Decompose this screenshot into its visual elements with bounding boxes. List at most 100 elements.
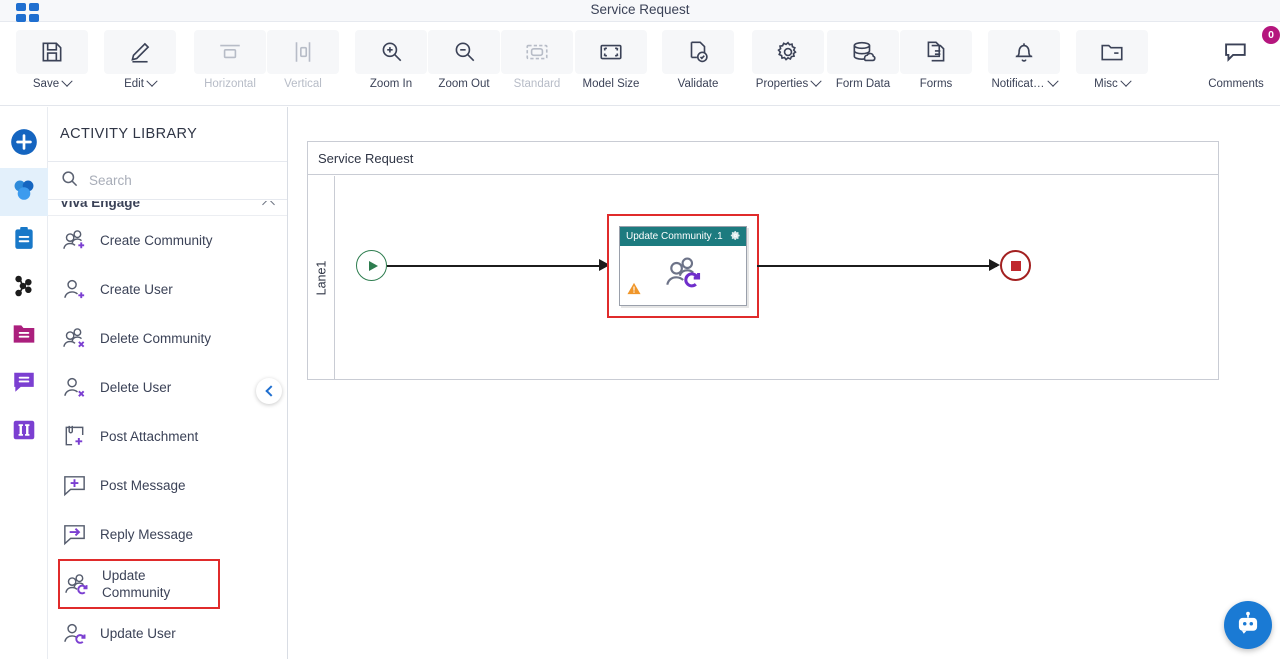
- activity-item-label: Delete Community: [100, 331, 212, 346]
- activity-item-label: Create User: [100, 282, 173, 297]
- task-header: Update Community .1: [620, 227, 746, 246]
- chevron-up-icon: [262, 201, 275, 211]
- page-title: Service Request: [590, 2, 690, 17]
- columns-icon: [11, 417, 37, 448]
- folder-icon: [11, 321, 37, 352]
- chevron-left-icon: [264, 385, 277, 397]
- lane-label-text: Lane1: [314, 260, 329, 295]
- activity-item-label: Post Message: [100, 478, 186, 493]
- rail-item-community[interactable]: [0, 168, 48, 216]
- panel-collapse-button[interactable]: [256, 378, 282, 404]
- create-community-icon: [60, 227, 88, 254]
- toolbar-edit-button[interactable]: Edit: [104, 30, 176, 98]
- activity-item-post-message[interactable]: Post Message: [48, 461, 287, 510]
- end-event-node[interactable]: [1000, 250, 1031, 281]
- database-icon: [850, 39, 876, 65]
- post-attachment-icon: [60, 423, 88, 450]
- toolbar-standard-label: Standard: [513, 78, 561, 90]
- robot-icon: [1234, 609, 1262, 642]
- toolbar-forms-button[interactable]: Forms: [900, 30, 972, 98]
- play-icon: [368, 260, 378, 271]
- create-user-icon: [60, 276, 88, 303]
- activity-item-label: Update Community: [102, 568, 171, 600]
- toolbar-model-size-label: Model Size: [582, 78, 640, 90]
- vertical-layout-icon: [290, 39, 316, 65]
- toolbar-edit-label: Edit: [124, 78, 144, 90]
- activity-item-post-attachment[interactable]: Post Attachment: [48, 412, 287, 461]
- delete-user-icon: [60, 374, 88, 401]
- toolbar-horizontal-button[interactable]: Horizontal: [192, 30, 268, 98]
- toolbar-forms-label: Forms: [919, 78, 953, 90]
- toolbar-save-label: Save: [32, 78, 60, 90]
- update-user-icon: [60, 620, 88, 647]
- search-row: [48, 162, 287, 200]
- activity-item-update-user[interactable]: Update User: [48, 609, 287, 658]
- toolbar-form-data-button[interactable]: Form Data: [826, 30, 900, 98]
- zoom-out-icon: [451, 39, 477, 65]
- toolbar-zoom-in-button[interactable]: Zoom In: [355, 30, 427, 98]
- rail-item-columns[interactable]: [0, 408, 48, 456]
- process-pool: Service Request Lane1 Update Community .…: [307, 141, 1219, 380]
- activity-category-label: Viva Engage: [60, 201, 141, 210]
- toolbar-misc-label: Misc: [1094, 78, 1118, 90]
- activity-category-header[interactable]: Viva Engage: [48, 201, 287, 216]
- activity-list[interactable]: Viva Engage Create Community Create User…: [48, 201, 287, 659]
- gear-icon: [775, 39, 801, 65]
- toolbar-misc-button[interactable]: Misc: [1076, 30, 1148, 98]
- toolbar-model-size-button[interactable]: Model Size: [574, 30, 648, 98]
- rail-item-add[interactable]: [0, 120, 48, 168]
- sequence-flow-1[interactable]: [387, 265, 602, 267]
- toolbar-validate-button[interactable]: Validate: [662, 30, 734, 98]
- chevron-down-icon: [810, 75, 822, 87]
- community-icon: [10, 176, 38, 209]
- comments-count-badge: 0: [1262, 26, 1280, 44]
- toolbar-zoom-out-button[interactable]: Zoom Out: [428, 30, 500, 98]
- toolbar-save-button[interactable]: Save: [16, 30, 88, 98]
- chevron-down-icon: [146, 75, 158, 87]
- network-icon: [11, 273, 37, 304]
- chevron-down-icon: [1046, 75, 1059, 87]
- assistant-bot-button[interactable]: [1224, 601, 1272, 649]
- rail-item-folder[interactable]: [0, 312, 48, 360]
- chevron-down-icon: [61, 75, 73, 87]
- activity-item-create-community[interactable]: Create Community: [48, 216, 287, 265]
- lane-label: Lane1: [308, 176, 335, 379]
- pool-header: Service Request: [308, 142, 1218, 175]
- message-icon: [11, 369, 37, 400]
- add-icon: [10, 128, 38, 161]
- gear-icon[interactable]: [730, 228, 741, 246]
- toolbar-comments-label: Comments: [1208, 78, 1264, 90]
- rail-item-message[interactable]: [0, 360, 48, 408]
- activity-item-delete-community[interactable]: Delete Community: [48, 314, 287, 363]
- activity-library-header: ACTIVITY LIBRARY: [48, 107, 287, 162]
- search-input[interactable]: [89, 173, 259, 188]
- update-community-icon: [62, 571, 90, 598]
- start-event-node[interactable]: [356, 250, 387, 281]
- rail-item-clipboard[interactable]: [0, 216, 48, 264]
- task-node-update-community[interactable]: Update Community .1: [619, 226, 747, 306]
- activity-item-label: Post Attachment: [100, 429, 199, 444]
- sequence-flow-2[interactable]: [757, 265, 997, 267]
- toolbar-vertical-button[interactable]: Vertical: [267, 30, 339, 98]
- toolbar-vertical-label: Vertical: [284, 78, 322, 90]
- folder-icon: [1099, 39, 1125, 65]
- rail-item-network[interactable]: [0, 264, 48, 312]
- toolbar-standard-button[interactable]: Standard: [501, 30, 573, 98]
- toolbar-notifications-button[interactable]: Notificat…: [982, 30, 1066, 98]
- toolbar-comments-button[interactable]: 0 Comments: [1198, 26, 1280, 98]
- task-title: Update Community .1: [626, 231, 723, 242]
- validate-icon: [685, 39, 711, 65]
- arrowhead-icon: [989, 259, 1000, 271]
- activity-item-reply-message[interactable]: Reply Message: [48, 510, 287, 559]
- diagram-canvas[interactable]: Service Request Lane1 Update Community .…: [289, 107, 1280, 659]
- toolbar-properties-label: Properties: [755, 78, 809, 90]
- activity-item-label: Create Community: [100, 233, 213, 248]
- toolbar-horizontal-label: Horizontal: [204, 78, 256, 90]
- activity-library-title: ACTIVITY LIBRARY: [60, 126, 198, 142]
- toolbar-properties-button[interactable]: Properties: [750, 30, 826, 98]
- comment-icon: [1222, 38, 1250, 66]
- activity-item-delete-user[interactable]: Delete User: [48, 363, 287, 412]
- activity-item-create-user[interactable]: Create User: [48, 265, 287, 314]
- activity-item-update-community[interactable]: Update Community: [58, 559, 220, 609]
- forms-icon: [923, 39, 949, 65]
